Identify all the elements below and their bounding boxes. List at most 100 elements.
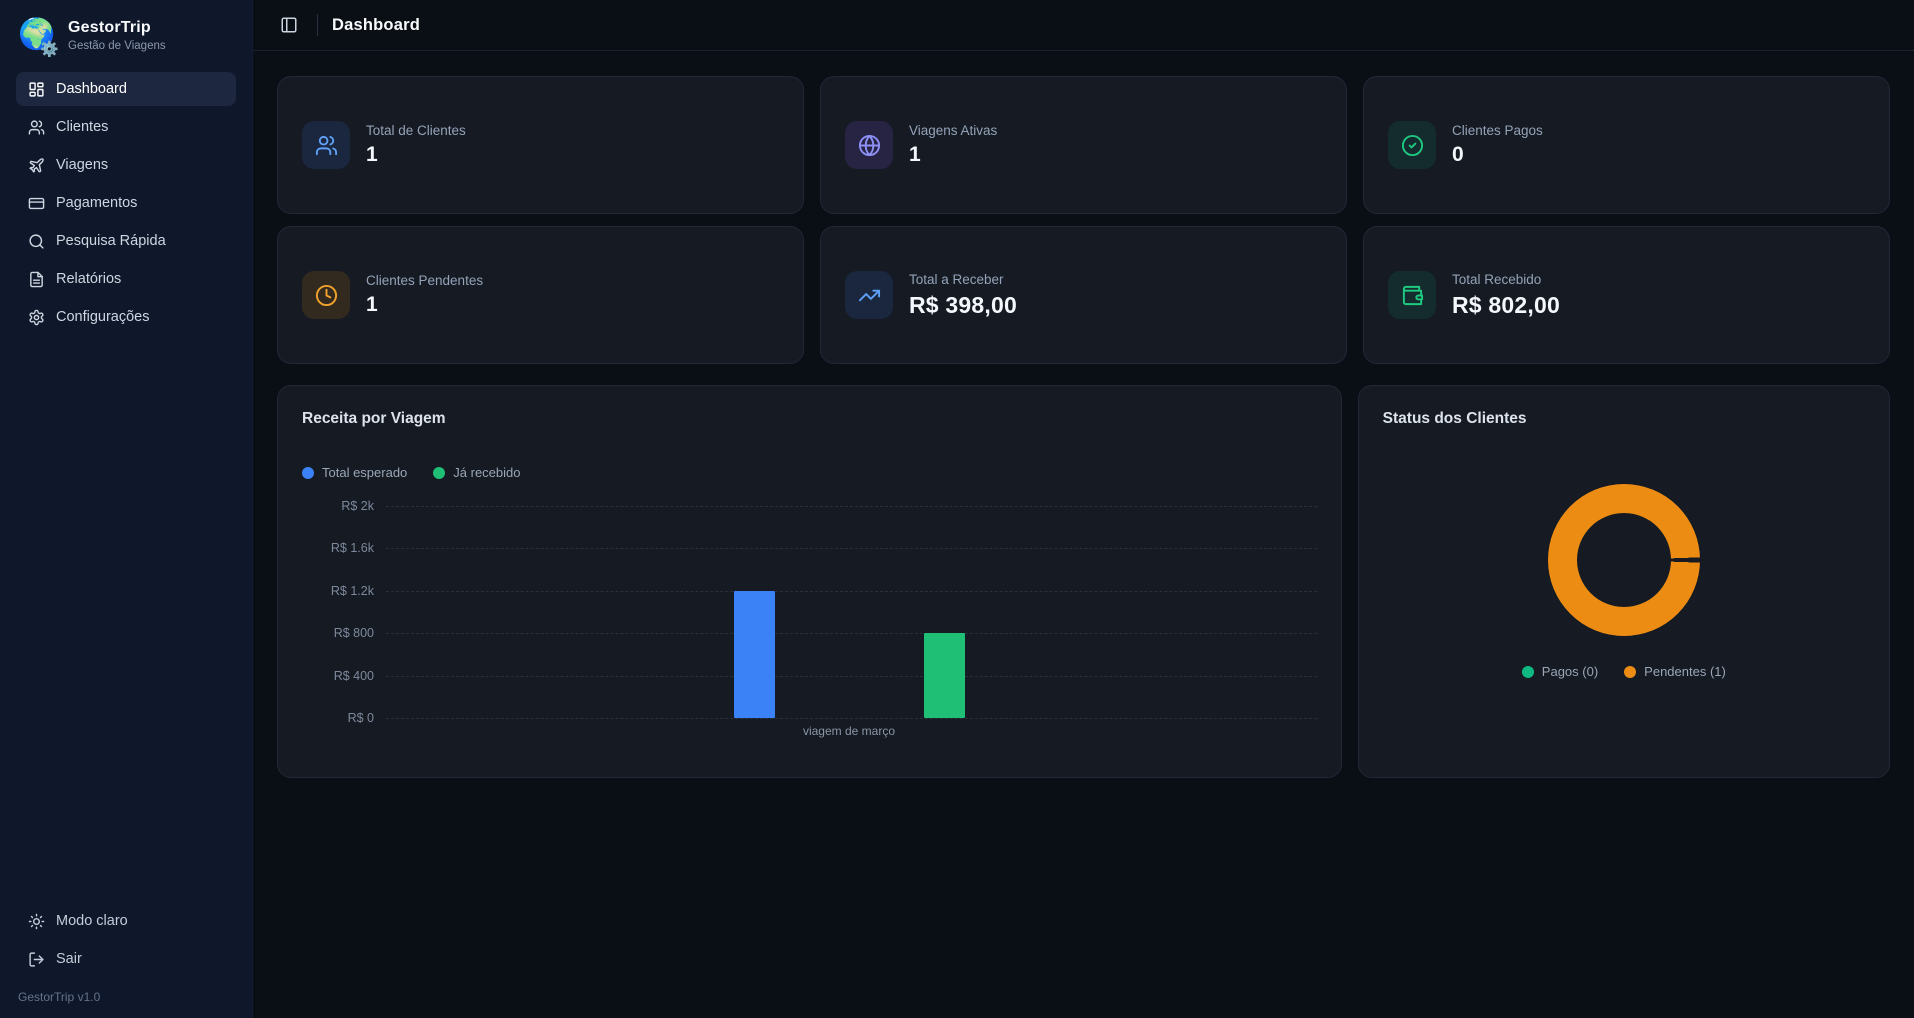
legend-item-total-esperado: Total esperado <box>302 465 407 480</box>
sidebar: 🌍⚙️ GestorTrip Gestão de Viagens Dashboa… <box>0 0 253 1018</box>
globe-icon <box>845 121 893 169</box>
revenue-chart-title: Receita por Viagem <box>302 410 1317 428</box>
wallet-icon <box>1388 271 1436 319</box>
dashboard-content: Total de Clientes 1 Viagens Ativas 1 C <box>253 51 1914 1018</box>
legend-label: Total esperado <box>322 465 407 480</box>
sidebar-footer: Modo claro Sair GestorTrip v1.0 <box>16 904 236 1004</box>
app-version: GestorTrip v1.0 <box>16 980 236 1004</box>
sidebar-item-label: Configurações <box>56 309 150 325</box>
plane-icon <box>28 157 45 174</box>
gridline: R$ 400 <box>386 676 1317 677</box>
sidebar-item-dashboard[interactable]: Dashboard <box>16 72 236 106</box>
y-axis-tick-label: R$ 800 <box>296 626 374 640</box>
logout-button[interactable]: Sair <box>16 942 236 976</box>
stat-label: Total a Receber <box>909 272 1017 287</box>
stats-grid: Total de Clientes 1 Viagens Ativas 1 C <box>277 76 1890 364</box>
sidebar-item-label: Relatórios <box>56 271 121 287</box>
sun-icon <box>28 913 45 930</box>
sidebar-item-clientes[interactable]: Clientes <box>16 110 236 144</box>
gridline: R$ 1.2k <box>386 591 1317 592</box>
legend-dot-total-esperado <box>302 467 314 479</box>
sidebar-toggle-button[interactable] <box>275 11 303 39</box>
theme-toggle-label: Modo claro <box>56 913 128 929</box>
charts-row: Receita por Viagem Total esperado Já rec… <box>277 385 1890 778</box>
sidebar-item-label: Clientes <box>56 119 108 135</box>
status-chart-card: Status dos Clientes Pagos (0) Pendentes … <box>1358 385 1890 778</box>
header-divider <box>317 14 318 36</box>
stat-label: Viagens Ativas <box>909 123 997 138</box>
bar-total-esperado[interactable] <box>734 591 775 718</box>
revenue-legend: Total esperado Já recebido <box>302 465 1317 480</box>
stat-label: Total Recebido <box>1452 272 1560 287</box>
check-circle-icon <box>1388 121 1436 169</box>
stat-card-clientes-pagos: Clientes Pagos 0 <box>1363 76 1890 214</box>
page-title: Dashboard <box>332 16 420 35</box>
trending-up-icon <box>845 271 893 319</box>
revenue-chart-card: Receita por Viagem Total esperado Já rec… <box>277 385 1342 778</box>
status-legend: Pagos (0) Pendentes (1) <box>1383 664 1865 679</box>
gridline: R$ 0 <box>386 718 1317 719</box>
stat-label: Clientes Pagos <box>1452 123 1543 138</box>
sidebar-nav: Dashboard Clientes Viagens Pagamentos Pe… <box>16 72 236 904</box>
legend-label: Já recebido <box>453 465 520 480</box>
sidebar-item-pesquisa-rapida[interactable]: Pesquisa Rápida <box>16 224 236 258</box>
stat-value: 1 <box>909 143 997 167</box>
stat-value: R$ 802,00 <box>1452 292 1560 319</box>
globe-gear-logo-icon: 🌍⚙️ <box>18 16 56 54</box>
sidebar-item-relatorios[interactable]: Relatórios <box>16 262 236 296</box>
dashboard-icon <box>28 81 45 98</box>
x-axis-category-label: viagem de março <box>739 724 959 738</box>
gridline: R$ 2k <box>386 506 1317 507</box>
stat-card-clientes-pendentes: Clientes Pendentes 1 <box>277 226 804 364</box>
y-axis-tick-label: R$ 400 <box>296 669 374 683</box>
stat-value: 1 <box>366 293 483 317</box>
gridline: R$ 1.6k <box>386 548 1317 549</box>
legend-dot-pagos <box>1522 666 1534 678</box>
stat-label: Clientes Pendentes <box>366 273 483 288</box>
clock-icon <box>302 271 350 319</box>
stat-value: R$ 398,00 <box>909 292 1017 319</box>
legend-label: Pendentes (1) <box>1644 664 1726 679</box>
stat-value: 1 <box>366 143 466 167</box>
stat-card-viagens-ativas: Viagens Ativas 1 <box>820 76 1347 214</box>
sidebar-item-label: Pagamentos <box>56 195 137 211</box>
revenue-plot: R$ 2kR$ 1.6kR$ 1.2kR$ 800R$ 400R$ 0 viag… <box>386 506 1317 718</box>
users-stat-icon <box>302 121 350 169</box>
stat-label: Total de Clientes <box>366 123 466 138</box>
app-tagline: Gestão de Viagens <box>68 40 166 52</box>
sidebar-item-pagamentos[interactable]: Pagamentos <box>16 186 236 220</box>
sidebar-item-viagens[interactable]: Viagens <box>16 148 236 182</box>
sidebar-item-configuracoes[interactable]: Configurações <box>16 300 236 334</box>
legend-dot-ja-recebido <box>433 467 445 479</box>
legend-item-pagos: Pagos (0) <box>1522 664 1598 679</box>
sidebar-item-label: Pesquisa Rápida <box>56 233 166 249</box>
stat-card-total-recebido: Total Recebido R$ 802,00 <box>1363 226 1890 364</box>
theme-toggle-button[interactable]: Modo claro <box>16 904 236 938</box>
panel-left-icon <box>280 16 298 34</box>
status-donut-wrap <box>1383 484 1865 636</box>
users-icon <box>28 119 45 136</box>
search-icon <box>28 233 45 250</box>
top-bar: Dashboard <box>253 0 1914 51</box>
file-text-icon <box>28 271 45 288</box>
app-name: GestorTrip <box>68 19 166 37</box>
sidebar-item-label: Viagens <box>56 157 108 173</box>
status-donut-chart[interactable] <box>1548 484 1700 636</box>
logout-label: Sair <box>56 951 82 967</box>
legend-item-pendentes: Pendentes (1) <box>1624 664 1726 679</box>
credit-card-icon <box>28 195 45 212</box>
legend-item-ja-recebido: Já recebido <box>433 465 520 480</box>
legend-label: Pagos (0) <box>1542 664 1598 679</box>
sidebar-item-label: Dashboard <box>56 81 127 97</box>
y-axis-tick-label: R$ 1.6k <box>296 541 374 555</box>
bar-ja-recebido[interactable] <box>924 633 965 718</box>
gear-icon <box>28 309 45 326</box>
logout-icon <box>28 951 45 968</box>
y-axis-tick-label: R$ 1.2k <box>296 584 374 598</box>
stat-card-total-a-receber: Total a Receber R$ 398,00 <box>820 226 1347 364</box>
y-axis-tick-label: R$ 2k <box>296 499 374 513</box>
gridline: R$ 800 <box>386 633 1317 634</box>
status-chart-title: Status dos Clientes <box>1383 410 1865 428</box>
stat-value: 0 <box>1452 143 1543 167</box>
stat-card-total-clientes: Total de Clientes 1 <box>277 76 804 214</box>
